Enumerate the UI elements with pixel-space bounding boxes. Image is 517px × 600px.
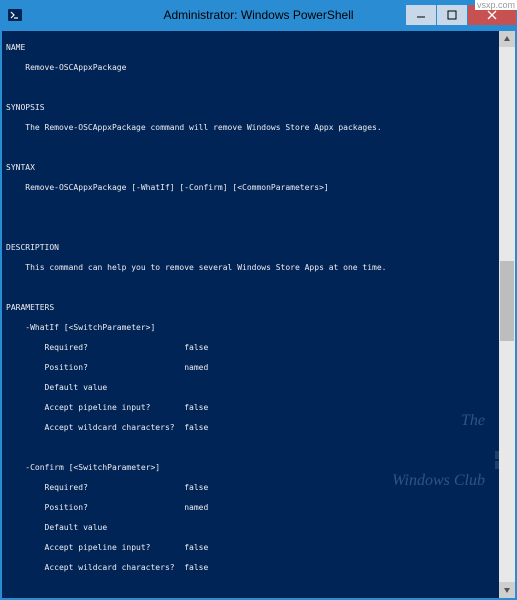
minimize-button[interactable]	[406, 5, 436, 25]
help-name-value: Remove-OSCAppxPackage	[6, 63, 511, 73]
param-row: Accept pipeline input? false	[6, 543, 511, 553]
help-synopsis-value: The Remove-OSCAppxPackage command will r…	[6, 123, 511, 133]
help-synopsis-heading: SYNOPSIS	[6, 103, 511, 113]
param-confirm: -Confirm [<SwitchParameter>]	[6, 463, 511, 473]
vertical-scrollbar[interactable]	[499, 31, 515, 598]
console-output[interactable]: NAME Remove-OSCAppxPackage SYNOPSIS The …	[1, 29, 516, 599]
maximize-button[interactable]	[437, 5, 467, 25]
powershell-icon	[7, 7, 23, 23]
param-row: Default value	[6, 383, 511, 393]
scroll-thumb[interactable]	[500, 261, 514, 341]
param-row: Accept pipeline input? false	[6, 403, 511, 413]
help-description-heading: DESCRIPTION	[6, 243, 511, 253]
scroll-down-button[interactable]	[499, 582, 515, 598]
help-name-heading: NAME	[6, 43, 511, 53]
param-row: Required? false	[6, 483, 511, 493]
scroll-track[interactable]	[499, 47, 515, 582]
blank	[6, 143, 511, 153]
blank	[6, 583, 511, 593]
blank	[6, 223, 511, 233]
param-row: Position? named	[6, 503, 511, 513]
param-row: Required? false	[6, 343, 511, 353]
blank	[6, 83, 511, 93]
param-row: Position? named	[6, 363, 511, 373]
blank	[6, 283, 511, 293]
titlebar[interactable]: Administrator: Windows PowerShell	[1, 1, 516, 29]
scroll-up-button[interactable]	[499, 31, 515, 47]
help-syntax-heading: SYNTAX	[6, 163, 511, 173]
powershell-window: Administrator: Windows PowerShell NAME R…	[0, 0, 517, 600]
window-title: Administrator: Windows PowerShell	[163, 8, 353, 22]
param-row: Default value	[6, 523, 511, 533]
help-syntax-value: Remove-OSCAppxPackage [-WhatIf] [-Confir…	[6, 183, 511, 193]
blank	[6, 203, 511, 213]
help-description-value: This command can help you to remove seve…	[6, 263, 511, 273]
param-whatif: -WhatIf [<SwitchParameter>]	[6, 323, 511, 333]
source-url-overlay: vsxp.com	[475, 0, 517, 10]
help-parameters-heading: PARAMETERS	[6, 303, 511, 313]
blank	[6, 443, 511, 453]
param-row: Accept wildcard characters? false	[6, 563, 511, 573]
param-row: Accept wildcard characters? false	[6, 423, 511, 433]
